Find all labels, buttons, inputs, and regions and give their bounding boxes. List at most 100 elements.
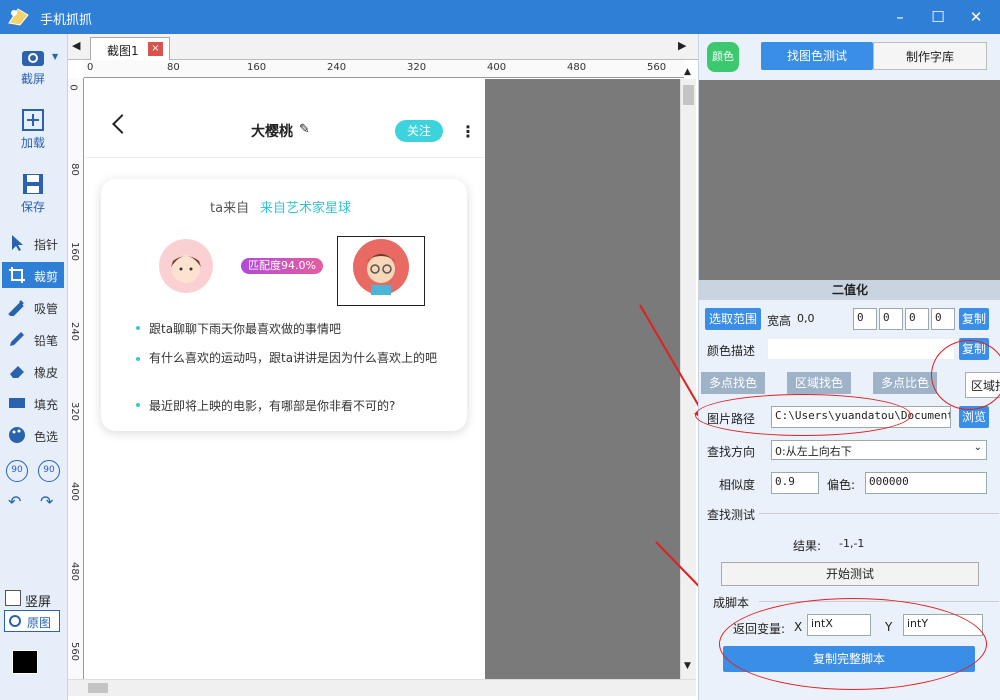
question-item: 最近即将上映的电影，有哪部是你非看不可的?: [135, 399, 396, 413]
tab-close-button[interactable]: ×: [148, 42, 163, 56]
original-radio-icon: [9, 615, 21, 627]
ruler-tick: 160: [69, 241, 81, 262]
girl-avatar-icon: [159, 239, 213, 293]
camera-dropdown-icon[interactable]: ▼: [52, 52, 58, 61]
ruler-tick: 0: [87, 62, 94, 73]
follow-button: 关注: [395, 120, 443, 142]
original-button[interactable]: 原图: [4, 610, 60, 632]
load-button[interactable]: 加载: [0, 108, 66, 151]
tab-make-font-lib[interactable]: 制作字库: [873, 42, 987, 70]
wh-value: 0,0: [797, 312, 815, 325]
save-label: 保存: [20, 200, 45, 214]
rotate-left-button[interactable]: 90: [6, 460, 28, 482]
range-input[interactable]: 0: [853, 308, 877, 330]
red-circle-annotation: [719, 598, 987, 690]
range-input[interactable]: 0: [931, 308, 955, 330]
divider: [85, 157, 485, 158]
foreground-color-swatch[interactable]: [12, 650, 38, 674]
direction-label: 查找方向: [707, 445, 756, 459]
preview-area: [699, 80, 1000, 280]
color-select-tool[interactable]: 色选: [2, 422, 64, 448]
ruler-tick: 560: [69, 641, 81, 662]
ruler-tick: 80: [167, 62, 180, 73]
color-desc-label: 颜色描述: [707, 344, 756, 358]
minimize-button[interactable]: –: [888, 6, 912, 28]
find-test-label: 查找测试: [707, 508, 756, 522]
direction-select[interactable]: 0:从左上向右下 ⌄: [771, 440, 987, 460]
vertical-scrollbar[interactable]: ▲ ▼: [680, 67, 696, 679]
eyedropper-tool[interactable]: 吸管: [2, 294, 64, 320]
camera-icon: [22, 51, 44, 66]
pencil-tool[interactable]: 铅笔: [2, 326, 64, 352]
ruler-tick: 480: [69, 561, 81, 582]
crop-label: 裁剪: [34, 270, 59, 284]
range-input[interactable]: 0: [905, 308, 929, 330]
crop-tool[interactable]: 裁剪: [2, 262, 64, 288]
pencil-label: 铅笔: [34, 334, 59, 348]
question-item: 有什么喜欢的运动吗，跟ta讲讲是因为什么喜欢上的吧: [136, 351, 449, 366]
fill-rect-icon: [9, 398, 25, 408]
hscroll-thumb[interactable]: [88, 683, 108, 693]
scroll-down-icon[interactable]: ▼: [684, 661, 691, 671]
tab-region-color[interactable]: 区域找色: [787, 372, 851, 394]
back-arrow-icon: [112, 114, 132, 134]
question-item: 跟ta聊聊下雨天你最喜欢做的事情吧: [135, 322, 342, 336]
pointer-tool[interactable]: 指针: [2, 230, 64, 256]
eraser-tool[interactable]: 橡皮: [2, 358, 64, 384]
gen-script-label: 成脚本: [713, 596, 750, 610]
ruler-tick: 320: [407, 62, 427, 73]
phone-screenshot: 大樱桃 ✎ 关注 ⋮ ta来自 来自艺术家星球 匹配度94.0% 跟ta聊聊下雨…: [85, 79, 485, 679]
portrait-checkbox[interactable]: [5, 590, 21, 606]
eyedropper-label: 吸管: [34, 302, 59, 316]
pointer-label: 指针: [34, 238, 59, 252]
save-button[interactable]: 保存: [0, 172, 66, 215]
tab-scroll-right-icon[interactable]: ▶: [678, 39, 686, 52]
scroll-up-icon[interactable]: ▲: [684, 67, 691, 77]
match-card: ta来自 来自艺术家星球 匹配度94.0% 跟ta聊聊下雨天你最喜欢做的事情吧 …: [101, 179, 467, 431]
more-icon: ⋮: [460, 122, 476, 141]
color-button[interactable]: 颜色: [707, 42, 739, 72]
pencil-icon: [10, 332, 24, 346]
color-desc-field[interactable]: [767, 338, 955, 360]
original-label: 原图: [27, 616, 52, 630]
undo-icon[interactable]: ↶: [8, 492, 21, 511]
empty-canvas-region: [485, 79, 680, 679]
title-bar: 手机抓抓 – ☐ ✕: [0, 0, 1000, 34]
range-input[interactable]: 0: [879, 308, 903, 330]
copy-range-button[interactable]: 复制: [959, 308, 989, 330]
result-label: 结果:: [793, 539, 822, 553]
tab-strip: ◀ 截图1 × ▶: [68, 34, 698, 60]
tab-screenshot1[interactable]: 截图1 ×: [90, 37, 170, 60]
rotate-right-button[interactable]: 90: [38, 460, 60, 482]
eyedropper-icon: [8, 300, 24, 316]
ruler-tick: 560: [647, 62, 667, 73]
match-badge: 匹配度94.0%: [241, 258, 323, 274]
direction-value: 0:从左上向右下: [775, 445, 852, 458]
select-range-button[interactable]: 选取范围: [705, 308, 761, 330]
tab-multipoint-compare[interactable]: 多点比色: [873, 372, 937, 394]
fill-tool[interactable]: 填充: [2, 390, 64, 416]
close-button[interactable]: ✕: [964, 6, 988, 28]
similarity-input[interactable]: 0.9: [771, 472, 819, 494]
wh-label: 宽高: [767, 314, 792, 328]
eraser-label: 橡皮: [34, 366, 59, 380]
tab-multipoint-color[interactable]: 多点找色: [701, 372, 765, 394]
horizontal-ruler: 0 80 160 240 320 400 480 560: [84, 60, 684, 78]
tab-scroll-left-icon[interactable]: ◀: [72, 39, 80, 52]
tab-find-image-test[interactable]: 找图色测试: [761, 42, 873, 70]
horizontal-scrollbar[interactable]: [68, 679, 696, 696]
maximize-button[interactable]: ☐: [926, 6, 950, 28]
ruler-tick: 320: [69, 401, 81, 422]
app-title: 手机抓抓: [40, 13, 93, 28]
start-test-button[interactable]: 开始测试: [721, 562, 979, 586]
bias-input[interactable]: 000000: [865, 472, 987, 494]
redo-icon[interactable]: ↷: [40, 492, 53, 511]
ruler-tick: 80: [68, 163, 80, 176]
boy-avatar-icon: [353, 239, 409, 295]
ruler-tick: 400: [487, 62, 507, 73]
scroll-thumb[interactable]: [683, 85, 694, 105]
bias-label: 偏色:: [827, 478, 856, 492]
from-place: 来自艺术家星球: [260, 201, 352, 216]
load-label: 加载: [20, 136, 45, 150]
palette-icon: [9, 427, 25, 443]
